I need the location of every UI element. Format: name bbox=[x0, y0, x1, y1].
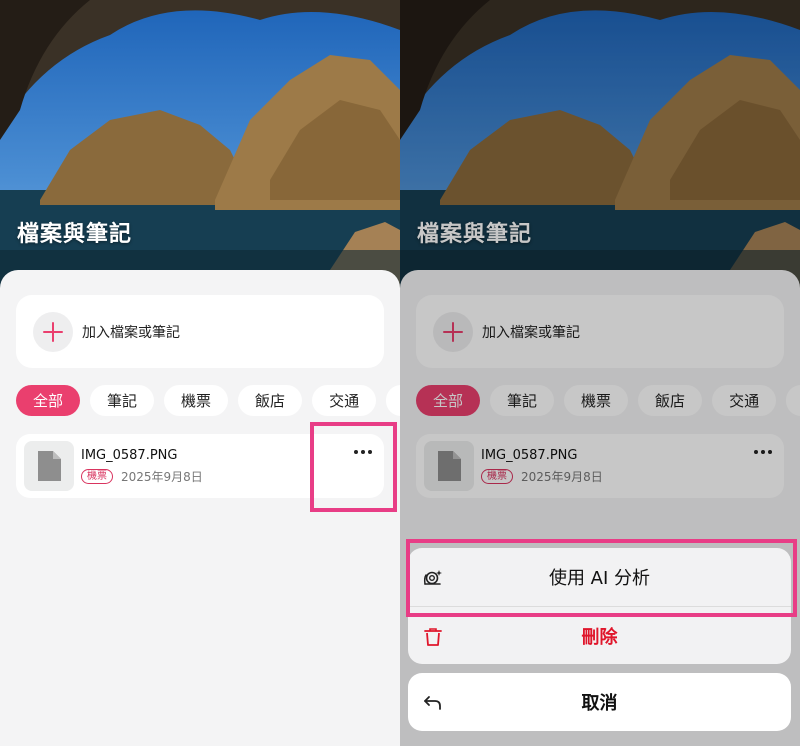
delete-label: 刪除 bbox=[581, 626, 618, 648]
chip-all[interactable]: 全部 bbox=[16, 385, 81, 416]
undo-arrow-icon bbox=[422, 692, 444, 714]
plus-icon bbox=[33, 311, 73, 352]
add-file-label: 加入檔案或筆記 bbox=[82, 324, 180, 341]
trash-icon bbox=[422, 626, 444, 648]
delete-button[interactable]: 刪除 bbox=[408, 606, 791, 664]
left-screen: 檔案與筆記 加入檔案或筆記 全部 筆記 機票 飯店 交通 IMG_0587.PN… bbox=[0, 0, 400, 746]
file-meta: 機票 2025年9月8日 bbox=[81, 468, 203, 485]
file-icon bbox=[24, 441, 74, 491]
file-date: 2025年9月8日 bbox=[121, 470, 203, 484]
cancel-label: 取消 bbox=[581, 693, 618, 714]
file-list-item[interactable]: IMG_0587.PNG 機票 2025年9月8日 bbox=[16, 434, 384, 498]
cancel-button[interactable]: 取消 bbox=[408, 673, 791, 731]
filter-chips: 全部 筆記 機票 飯店 交通 bbox=[16, 385, 400, 417]
chip-notes[interactable]: 筆記 bbox=[90, 385, 155, 416]
page-title: 檔案與筆記 bbox=[17, 222, 133, 247]
chip-overflow[interactable] bbox=[386, 385, 400, 416]
add-file-or-note-button[interactable]: 加入檔案或筆記 bbox=[16, 295, 384, 368]
chip-transport[interactable]: 交通 bbox=[312, 385, 377, 416]
comparison-stage: 檔案與筆記 加入檔案或筆記 全部 筆記 機票 飯店 交通 IMG_0587.PN… bbox=[0, 0, 800, 746]
category-tag: 機票 bbox=[81, 469, 113, 484]
ai-analyze-label: 使用 AI 分析 bbox=[548, 568, 651, 589]
ai-analyze-button[interactable]: 使用 AI 分析 bbox=[408, 548, 791, 606]
chip-flights[interactable]: 機票 bbox=[164, 385, 229, 416]
action-sheet: 使用 AI 分析 刪除 bbox=[408, 548, 791, 664]
chip-hotels[interactable]: 飯店 bbox=[238, 385, 303, 416]
more-icon[interactable] bbox=[352, 444, 374, 460]
content-sheet: 加入檔案或筆記 全部 筆記 機票 飯店 交通 IMG_0587.PNG 機票 2… bbox=[0, 270, 400, 746]
ai-snail-icon bbox=[422, 567, 444, 589]
file-name: IMG_0587.PNG bbox=[81, 448, 178, 463]
hero-image: 檔案與筆記 bbox=[0, 0, 400, 300]
